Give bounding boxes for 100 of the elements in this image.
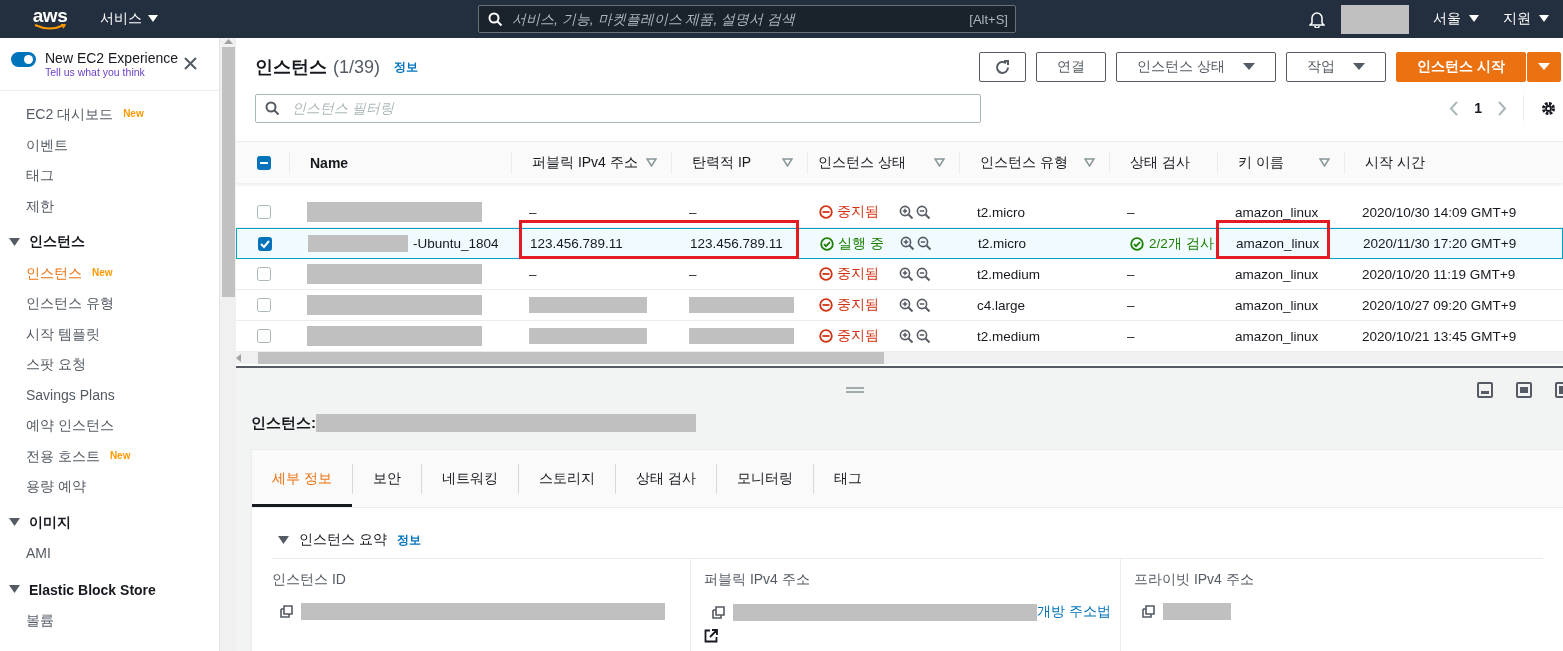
- settings-icon[interactable]: [1540, 99, 1557, 117]
- table-cell: t2.medium: [977, 328, 1041, 344]
- column-header[interactable]: 키 이름: [1238, 153, 1284, 172]
- instance-state: 실행 중: [838, 234, 884, 253]
- filter-icon[interactable]: [1084, 158, 1095, 167]
- sidebar-item[interactable]: Savings Plans: [0, 379, 220, 410]
- column-header[interactable]: Name: [310, 154, 349, 171]
- column-header[interactable]: 상태 검사: [1130, 153, 1190, 172]
- zoom-in-icon[interactable]: [899, 204, 914, 220]
- sidebar-section-header[interactable]: Elastic Block Store: [0, 574, 220, 605]
- notification-bell-icon[interactable]: [1309, 10, 1325, 28]
- info-link[interactable]: 정보: [394, 58, 419, 76]
- field-label: 프라이빗 IPv4 주소: [1134, 571, 1254, 589]
- sidebar-item[interactable]: 태그: [0, 160, 220, 191]
- table-row[interactable]: – – 중지됨 t2.medium – amazon_linux 2020/10/20 11:19 GMT+9: [236, 259, 1563, 290]
- table-cell: 2020/10/30 14:09 GMT+9: [1362, 204, 1517, 220]
- checkbox[interactable]: [257, 155, 271, 170]
- new-label: New: [123, 107, 144, 121]
- table-cell: 2020/10/20 11:19 GMT+9: [1362, 266, 1516, 282]
- column-header[interactable]: 인스턴스 유형: [980, 153, 1068, 172]
- services-menu[interactable]: 서비스: [100, 10, 158, 28]
- table-row[interactable]: -Ubuntu_1804 123.456.789.11 123.456.789.11 실행 중 t2.micro 2/2개 검사 amazon_linux 2020/11/30 17:20 GMT+9: [236, 228, 1563, 259]
- column-header[interactable]: 탄력적 IP: [692, 153, 752, 172]
- table-cell: 123.456.789.11: [530, 236, 623, 251]
- column-header[interactable]: 인스턴스 상태: [818, 153, 906, 172]
- support-menu[interactable]: 지원: [1503, 10, 1549, 28]
- toggle-switch[interactable]: [11, 52, 36, 67]
- filter-icon[interactable]: [646, 158, 657, 167]
- zoom-out-icon[interactable]: [916, 204, 931, 220]
- region-menu[interactable]: 서울: [1433, 10, 1479, 28]
- zoom-in-icon[interactable]: [899, 297, 914, 313]
- column-header[interactable]: 시작 시간: [1365, 153, 1425, 172]
- external-link-icon[interactable]: [704, 629, 718, 643]
- section-title: 인스턴스 요약: [299, 531, 387, 549]
- checkbox[interactable]: [257, 298, 271, 312]
- table-row[interactable]: 중지됨 c4.large – amazon_linux 2020/10/27 09:20 GMT+9: [236, 290, 1563, 321]
- panel-layout-icon[interactable]: [1477, 382, 1493, 398]
- link[interactable]: 개방 주소법: [1037, 603, 1111, 621]
- page-number[interactable]: 1: [1474, 100, 1482, 116]
- sidebar-item[interactable]: 전용 호스트 New: [0, 440, 220, 471]
- caret-icon: [1538, 63, 1550, 71]
- tab[interactable]: 보안: [352, 450, 421, 507]
- checkbox[interactable]: [257, 205, 271, 219]
- page-title: 인스턴스: [255, 56, 327, 79]
- sidebar-section-header[interactable]: 이미지: [0, 507, 220, 538]
- dropdown-button[interactable]: 인스턴스 상태: [1116, 52, 1277, 82]
- zoom-out-icon[interactable]: [916, 328, 931, 344]
- copy-icon[interactable]: [1142, 605, 1155, 618]
- checkbox[interactable]: [258, 236, 272, 251]
- aws-logo[interactable]: aws: [33, 8, 67, 30]
- sidebar-section-header[interactable]: 인스턴스: [0, 227, 220, 258]
- table-cell: –: [689, 204, 697, 220]
- filter-icon[interactable]: [1319, 158, 1330, 167]
- close-icon[interactable]: [184, 57, 198, 70]
- sidebar-item[interactable]: 볼륨: [0, 605, 220, 636]
- tab[interactable]: 상태 검사: [615, 450, 716, 507]
- horizontal-scrollbar[interactable]: [236, 352, 1563, 364]
- table-cell: –: [529, 204, 537, 220]
- tab[interactable]: 스토리지: [518, 450, 615, 507]
- filter-icon[interactable]: [934, 158, 945, 167]
- dropdown-button[interactable]: 작업: [1286, 52, 1387, 82]
- status-check: 2/2개 검사: [1149, 234, 1214, 253]
- sidebar-item[interactable]: 이벤트: [0, 129, 220, 160]
- copy-icon[interactable]: [280, 605, 293, 618]
- sidebar-item[interactable]: EC2 대시보드 New: [0, 99, 220, 130]
- copy-icon[interactable]: [712, 605, 725, 619]
- info-link[interactable]: 정보: [396, 531, 421, 549]
- feedback-link[interactable]: Tell us what you think: [45, 66, 179, 78]
- panel-layout-icon[interactable]: [1516, 382, 1532, 398]
- sidebar-item[interactable]: 용량 예약: [0, 471, 220, 502]
- zoom-out-icon[interactable]: [916, 297, 931, 313]
- zoom-out-icon[interactable]: [916, 266, 931, 282]
- stopped-icon: [819, 267, 833, 281]
- column-header[interactable]: 퍼블릭 IPv4 주소: [532, 153, 638, 172]
- sidebar-item[interactable]: 스팟 요청: [0, 349, 220, 380]
- tab[interactable]: 네트워킹: [421, 450, 518, 507]
- checkbox[interactable]: [257, 329, 271, 343]
- zoom-out-icon[interactable]: [917, 236, 932, 251]
- sidebar-item[interactable]: 예약 인스턴스: [0, 410, 220, 441]
- checkbox[interactable]: [257, 267, 271, 281]
- scrollbar[interactable]: [219, 38, 236, 651]
- tab[interactable]: 태그: [813, 450, 882, 507]
- zoom-in-icon[interactable]: [899, 266, 914, 282]
- caret-icon[interactable]: [278, 535, 289, 545]
- caret-icon: [1539, 15, 1549, 23]
- tab[interactable]: 모니터링: [716, 450, 813, 507]
- caret-icon: [1243, 63, 1256, 71]
- refresh-button[interactable]: [979, 52, 1027, 82]
- connect-button[interactable]: 연결: [1036, 52, 1107, 82]
- filter-field[interactable]: 인스턴스 필터링: [255, 93, 981, 123]
- filter-icon[interactable]: [782, 158, 793, 167]
- sidebar-item[interactable]: AMI: [0, 538, 220, 569]
- new-label: New: [92, 265, 113, 280]
- sidebar-item[interactable]: 시작 템플릿: [0, 318, 220, 349]
- dropdown-button[interactable]: [1527, 52, 1561, 82]
- zoom-in-icon[interactable]: [899, 328, 914, 344]
- sidebar-item[interactable]: 인스턴스 유형: [0, 288, 220, 319]
- resize-handle-icon[interactable]: [846, 387, 864, 393]
- sidebar-item[interactable]: 제한: [0, 190, 220, 221]
- zoom-in-icon[interactable]: [900, 236, 915, 251]
